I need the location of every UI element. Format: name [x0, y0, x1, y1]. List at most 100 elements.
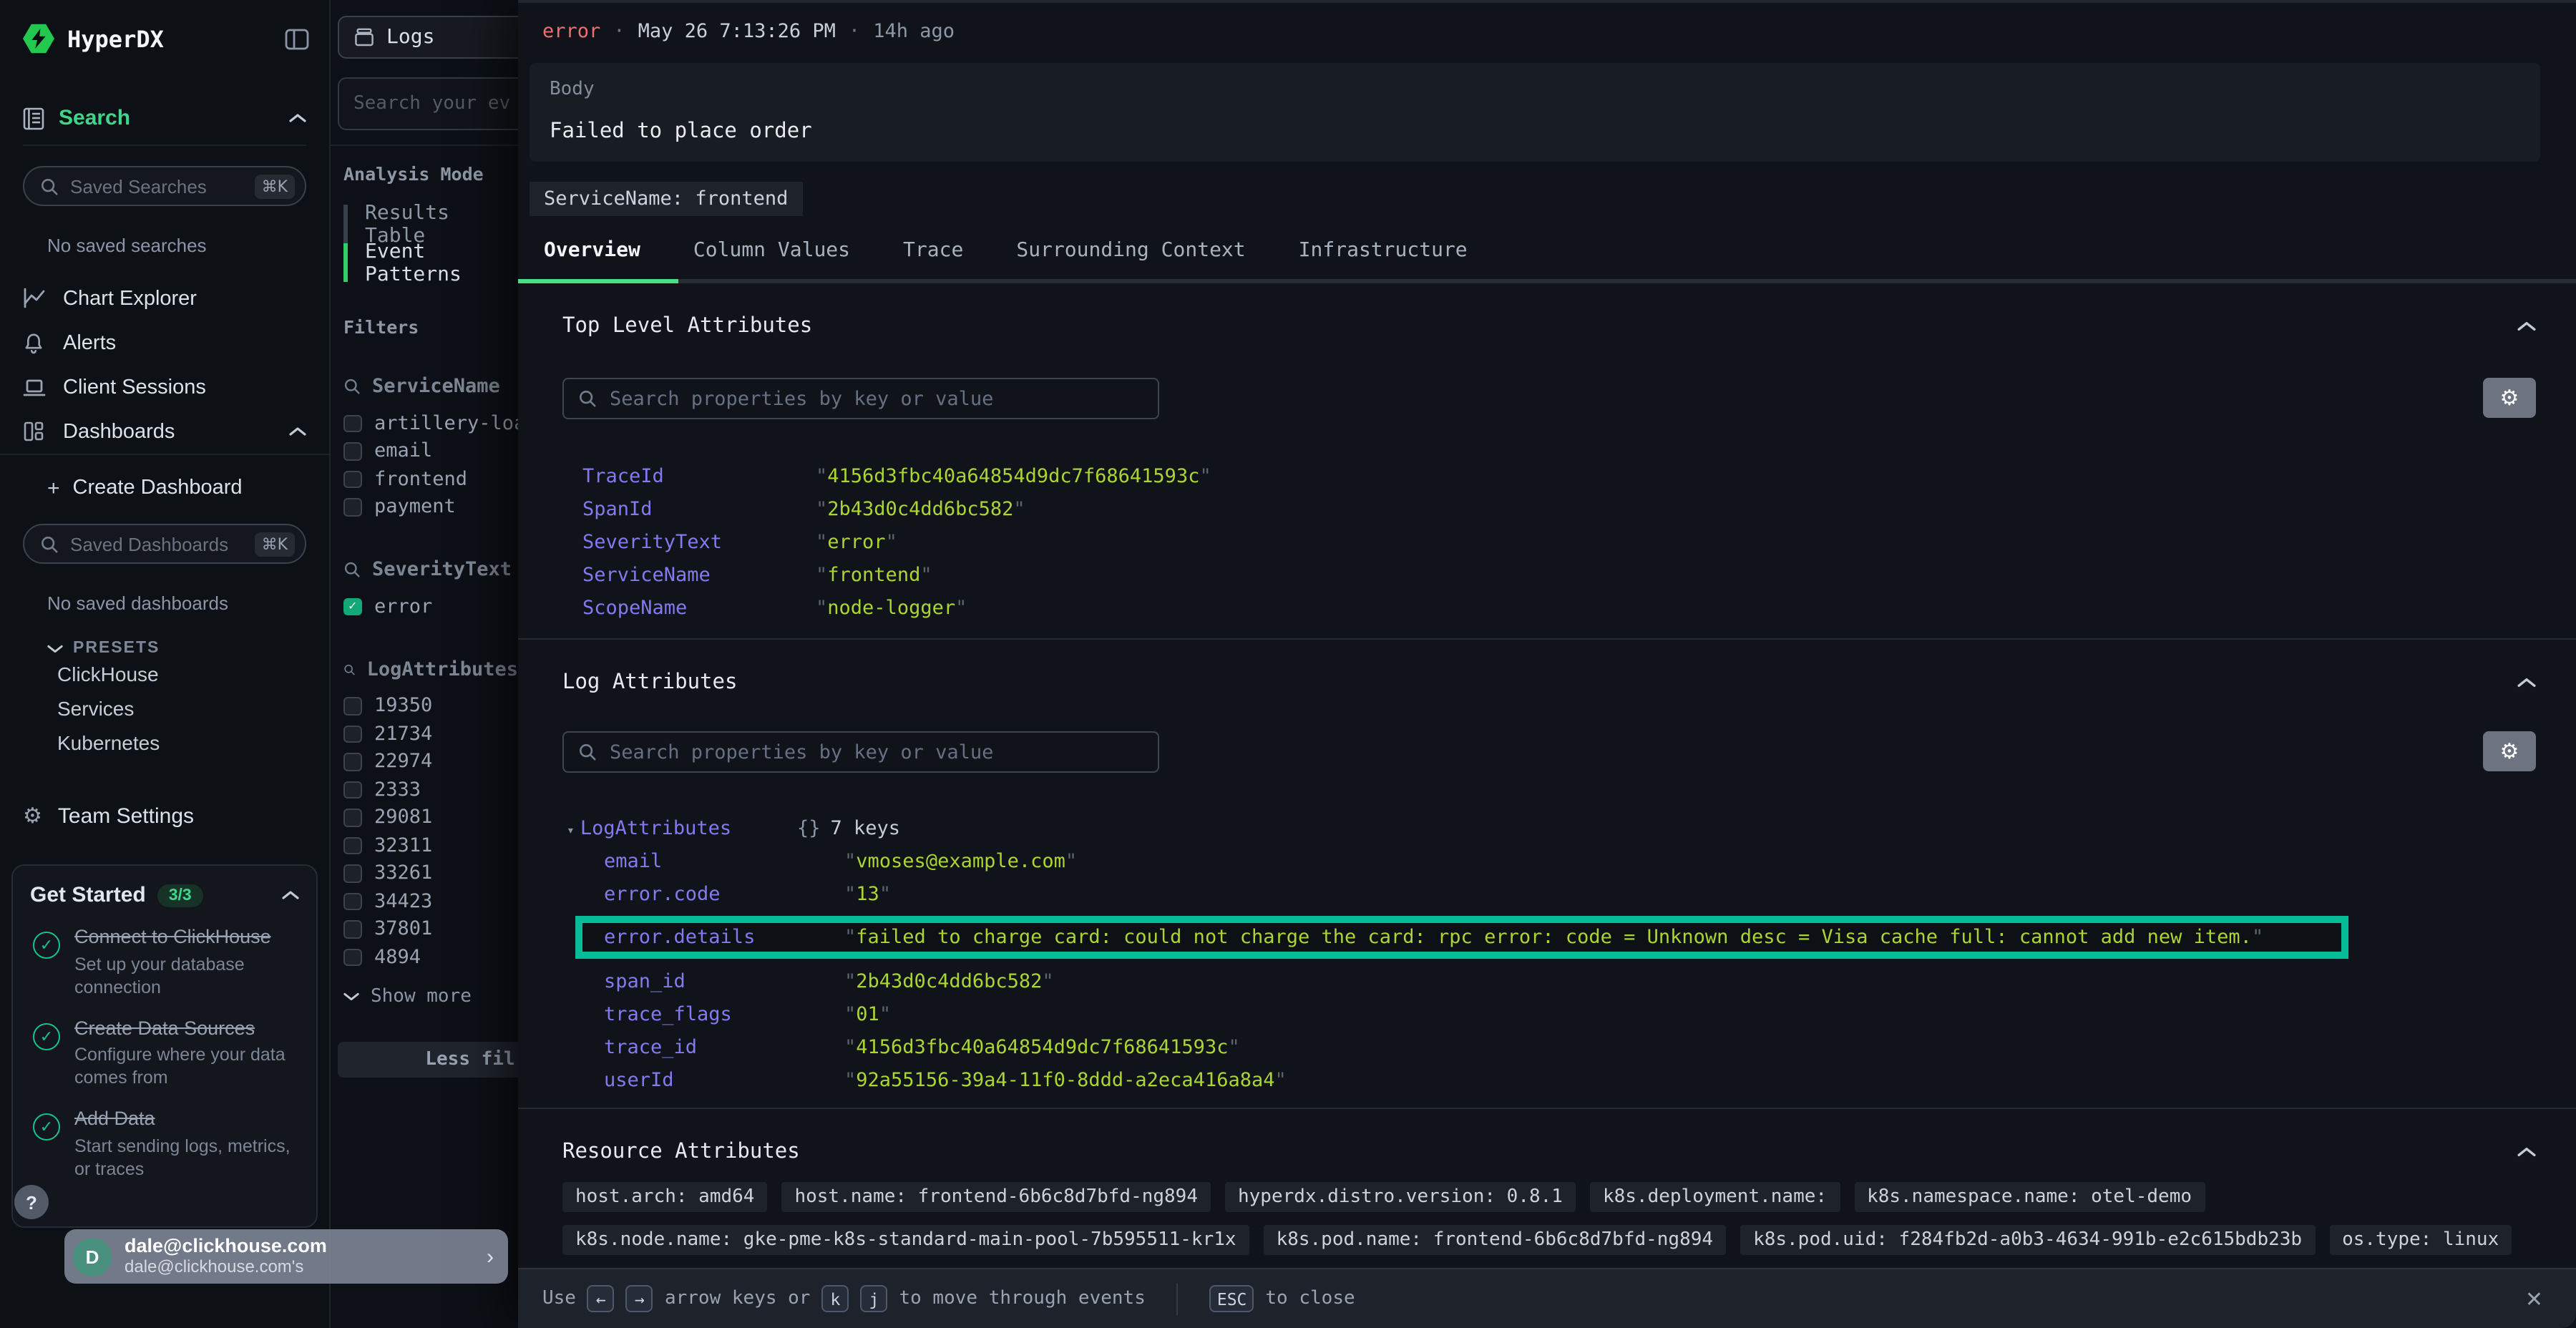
checkbox[interactable]: ✓	[343, 836, 361, 854]
resource-chip[interactable]: k8s.namespace.name: otel-demo	[1854, 1182, 2205, 1212]
resource-chip[interactable]: k8s.pod.uid: f284fb2d-a0b3-4634-991b-e2c…	[1740, 1225, 2315, 1255]
property-search-input[interactable]: Search properties by key or value	[562, 731, 1159, 773]
resource-chip[interactable]: host.name: frontend-6b6c8d7bfd-ng894	[781, 1182, 1211, 1212]
checkbox[interactable]: ✓	[343, 948, 361, 966]
tab[interactable]: Column Values	[693, 239, 850, 262]
checkbox[interactable]: ✓	[343, 781, 361, 799]
resource-chip[interactable]: k8s.node.name: gke-pme-k8s-standard-main…	[562, 1225, 1249, 1255]
collapse-sidebar-icon[interactable]	[285, 28, 309, 49]
filter-option[interactable]: ✓ 21734	[343, 720, 518, 748]
user-account-chip[interactable]: D dale@clickhouse.com dale@clickhouse.co…	[64, 1229, 508, 1284]
checkbox[interactable]: ✓	[343, 920, 361, 938]
get-started-step[interactable]: ✓ Create Data Sources Configure where yo…	[30, 1017, 299, 1089]
filter-option[interactable]: ✓ 34423	[343, 887, 518, 915]
tab[interactable]: Surrounding Context	[1016, 239, 1245, 262]
attribute-value[interactable]: "error"	[816, 531, 897, 564]
resource-chip[interactable]: k8s.pod.name: frontend-6b6c8d7bfd-ng894	[1264, 1225, 1727, 1255]
attribute-key[interactable]: userId	[604, 1068, 844, 1091]
filter-option[interactable]: ✓ 2333	[343, 776, 518, 804]
checkbox[interactable]: ✓	[343, 753, 361, 771]
filter-option[interactable]: ✓ 19350	[343, 692, 518, 720]
attribute-key[interactable]: trace_flags	[604, 1002, 844, 1025]
column-settings-button[interactable]: ⚙	[2483, 378, 2536, 418]
filter-option[interactable]: ✓ email	[343, 437, 518, 465]
filter-group-servicename[interactable]: ServiceName	[343, 375, 518, 398]
analysis-mode-option[interactable]: Results Table	[343, 205, 518, 243]
attribute-key[interactable]: ServiceName	[582, 564, 816, 597]
attribute-value[interactable]: "4156d3fbc40a64854d9dc7f68641593c"	[816, 465, 1211, 498]
filter-option[interactable]: ✓ 32311	[343, 831, 518, 859]
sidebar-section-search[interactable]: Search	[23, 106, 306, 146]
attribute-value[interactable]: "2b43d0c4dd6bc582"	[816, 498, 1025, 531]
attribute-key[interactable]: span_id	[604, 970, 844, 992]
show-more-toggle[interactable]: Show more	[343, 982, 518, 1010]
filter-option[interactable]: ✓ error	[343, 592, 518, 620]
preset-item[interactable]: ClickHouse	[0, 657, 329, 691]
checkbox[interactable]: ✓	[343, 414, 361, 432]
attribute-value[interactable]: "failed to charge card: could not charge…	[844, 926, 2263, 949]
tab[interactable]: Overview	[544, 239, 640, 262]
attribute-key[interactable]: SpanId	[582, 498, 816, 531]
attribute-value[interactable]: "4156d3fbc40a64854d9dc7f68641593c"	[844, 1035, 1240, 1058]
saved-searches-input[interactable]: Saved Searches ⌘K	[23, 166, 306, 206]
source-selector-logs[interactable]: Logs	[338, 16, 518, 59]
attribute-value[interactable]: "01"	[844, 1002, 891, 1025]
sidebar-item-chart-explorer[interactable]: Chart Explorer	[0, 276, 329, 321]
collapse-section-icon[interactable]	[2517, 677, 2536, 688]
filter-group-severitytext[interactable]: SeverityText	[343, 558, 518, 581]
collapse-section-icon[interactable]	[2517, 321, 2536, 332]
analysis-mode-option[interactable]: Event Patterns	[343, 243, 518, 282]
attribute-key[interactable]: error.code	[604, 882, 844, 905]
get-started-step[interactable]: ✓ Connect to ClickHouse Set up your data…	[30, 926, 299, 998]
checkbox[interactable]: ✓	[343, 470, 361, 488]
resource-chip[interactable]: host.arch: amd64	[562, 1182, 767, 1212]
checkbox[interactable]: ✓	[343, 809, 361, 826]
preset-item[interactable]: Services	[0, 691, 329, 726]
attribute-key[interactable]: SeverityText	[582, 531, 816, 564]
filter-option[interactable]: ✓ 29081	[343, 804, 518, 831]
preset-item[interactable]: Kubernetes	[0, 726, 329, 760]
team-settings-button[interactable]: ⚙ Team Settings	[23, 803, 306, 829]
filter-option[interactable]: ✓ 22974	[343, 748, 518, 776]
resource-chip[interactable]: k8s.deployment.name:	[1590, 1182, 1840, 1212]
attribute-key[interactable]: TraceId	[582, 465, 816, 498]
less-filters-button[interactable]: Less fil	[338, 1041, 518, 1077]
tab[interactable]: Trace	[903, 239, 963, 262]
create-dashboard-button[interactable]: + Create Dashboard	[23, 472, 306, 504]
filter-group-logattributes[interactable]: LogAttributes	[343, 658, 518, 680]
checkbox[interactable]: ✓	[343, 892, 361, 910]
event-search-input[interactable]: Search your ev	[338, 77, 518, 130]
attribute-key[interactable]: email	[604, 849, 844, 872]
saved-dashboards-input[interactable]: Saved Dashboards ⌘K	[23, 524, 306, 564]
collapse-section-icon[interactable]	[2517, 1146, 2536, 1158]
column-settings-button[interactable]: ⚙	[2483, 731, 2536, 771]
tab[interactable]: Infrastructure	[1299, 239, 1468, 262]
get-started-step[interactable]: ✓ Add Data Start sending logs, metrics, …	[30, 1108, 299, 1180]
service-name-chip[interactable]: ServiceName: frontend	[530, 182, 802, 216]
filter-option[interactable]: ✓ 37801	[343, 915, 518, 943]
checkbox[interactable]: ✓	[343, 725, 361, 743]
attribute-key[interactable]: ScopeName	[582, 597, 816, 630]
close-panel-button[interactable]: ✕	[2517, 1284, 2552, 1313]
attribute-key[interactable]: LogAttributes	[580, 816, 731, 839]
resource-chip[interactable]: hyperdx.distro.version: 0.8.1	[1225, 1182, 1576, 1212]
filter-option[interactable]: ✓ 33261	[343, 859, 518, 887]
sidebar-item-dashboards[interactable]: Dashboards	[0, 409, 329, 454]
resource-chip[interactable]: os.type: linux	[2329, 1225, 2512, 1255]
presets-toggle[interactable]: PRESETS	[47, 640, 329, 657]
checkbox[interactable]: ✓	[343, 498, 361, 516]
attribute-value[interactable]: "node-logger"	[816, 597, 967, 630]
attribute-value[interactable]: "2b43d0c4dd6bc582"	[844, 970, 1054, 992]
sidebar-item-client-sessions[interactable]: Client Sessions	[0, 365, 329, 409]
checkbox[interactable]: ✓	[343, 442, 361, 460]
attribute-key[interactable]: error.details	[604, 926, 844, 949]
attribute-value[interactable]: "vmoses@example.com"	[844, 849, 1077, 872]
attribute-value[interactable]: "13"	[844, 882, 891, 905]
property-search-input[interactable]: Search properties by key or value	[562, 378, 1159, 419]
attribute-key[interactable]: trace_id	[604, 1035, 844, 1058]
filter-option[interactable]: ✓ artillery-loa	[343, 409, 518, 437]
filter-option[interactable]: ✓ 4894	[343, 943, 518, 971]
checkbox[interactable]: ✓	[343, 697, 361, 715]
sidebar-item-alerts[interactable]: Alerts	[0, 321, 329, 365]
attribute-value[interactable]: "92a55156-39a4-11f0-8ddd-a2eca416a8a4"	[844, 1068, 1287, 1091]
